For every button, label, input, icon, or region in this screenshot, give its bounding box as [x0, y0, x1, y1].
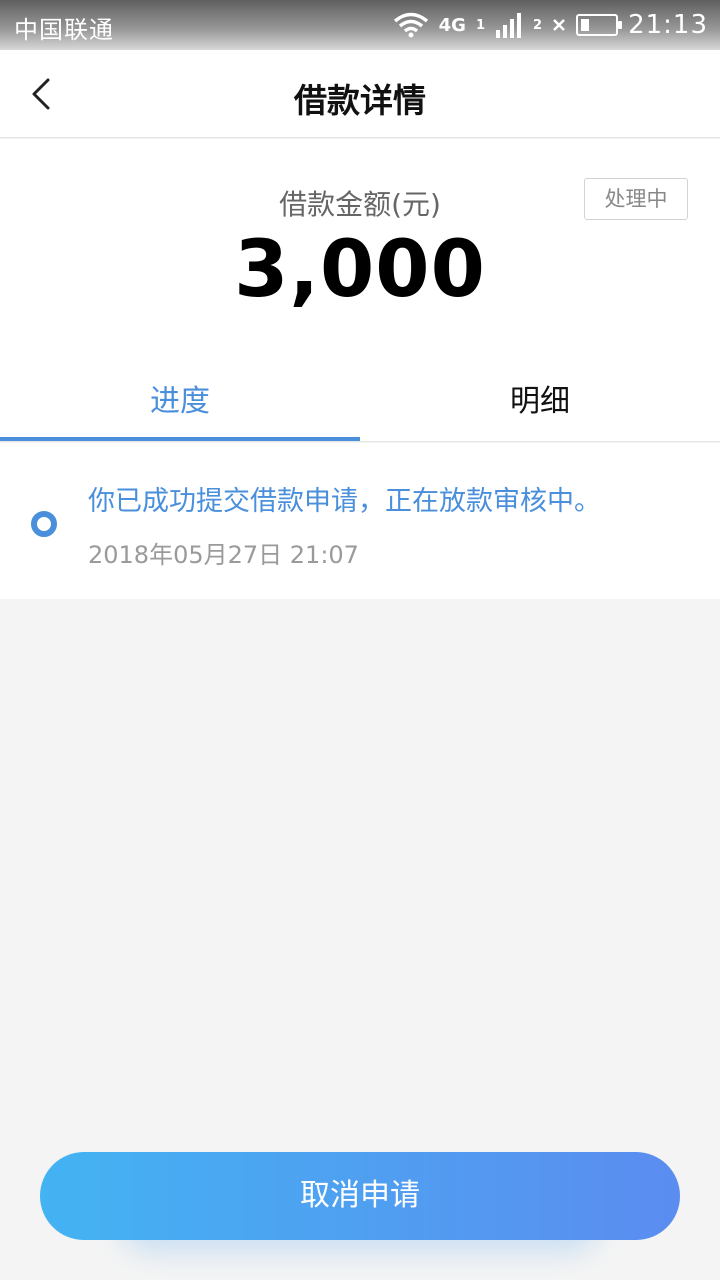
timeline-dot-icon — [31, 511, 57, 537]
app-header: 借款详情 — [0, 50, 720, 138]
cancel-application-button[interactable]: 取消申请 — [40, 1152, 680, 1240]
wifi-icon — [393, 12, 428, 38]
timeline-message: 你已成功提交借款申请，正在放款审核中。 — [88, 486, 601, 517]
status-bar: 中国联通 4G 1 2 21:13 — [0, 0, 720, 50]
loan-summary: 借款金额(元) 3,000 处理中 — [0, 139, 720, 365]
sim1-label: 1 — [475, 17, 486, 33]
tab-detail[interactable]: 明细 — [360, 365, 720, 442]
sim2-label: 2 — [533, 17, 543, 33]
signal-icon — [496, 13, 522, 38]
status-badge: 处理中 — [584, 178, 688, 220]
battery-icon — [576, 14, 623, 36]
amount-value: 3,000 — [234, 225, 486, 315]
network-type-label: 4G — [438, 14, 466, 36]
timeline-timestamp: 2018年05月27日 21:07 — [88, 541, 359, 569]
active-tab-indicator — [0, 437, 360, 441]
clock: 21:13 — [628, 10, 708, 40]
no-signal-icon — [553, 19, 565, 31]
tab-progress[interactable]: 进度 — [0, 365, 360, 442]
page-title: 借款详情 — [294, 81, 426, 120]
carrier-label: 中国联通 — [14, 16, 114, 44]
progress-timeline: 你已成功提交借款申请，正在放款审核中。 2018年05月27日 21:07 — [0, 443, 720, 599]
tab-bar: 进度 明细 — [0, 365, 720, 442]
status-icons: 4G 1 2 21:13 — [383, 8, 708, 42]
